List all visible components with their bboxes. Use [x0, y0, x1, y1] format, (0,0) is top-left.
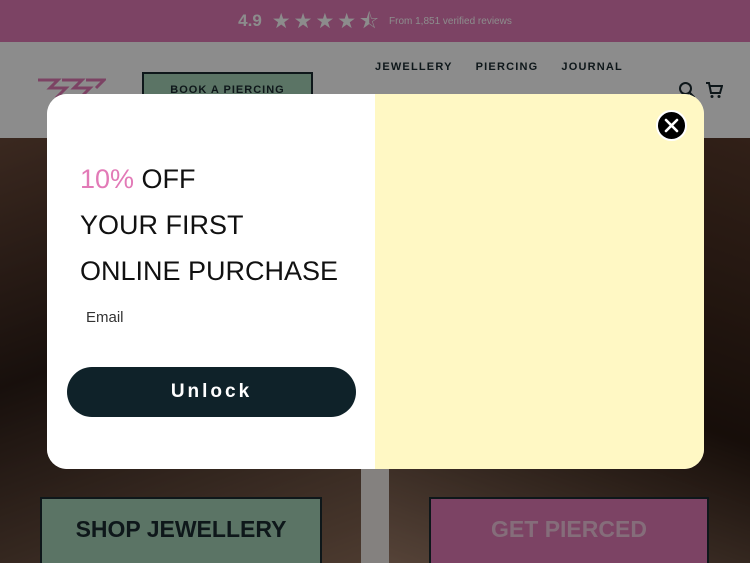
discount-percent: 10% — [80, 164, 135, 194]
headline-line-1: 10% OFF — [80, 156, 338, 202]
discount-modal: 10% OFF YOUR FIRST ONLINE PURCHASE Unloc… — [47, 94, 704, 469]
modal-image-panel — [375, 94, 704, 469]
headline-off: OFF — [134, 164, 196, 194]
headline-line-3: ONLINE PURCHASE — [80, 256, 339, 286]
close-button[interactable] — [656, 110, 687, 141]
close-icon — [664, 118, 679, 133]
headline-line-2: YOUR FIRST — [80, 210, 244, 240]
unlock-button[interactable]: Unlock — [67, 367, 356, 417]
modal-form-panel: 10% OFF YOUR FIRST ONLINE PURCHASE Unloc… — [47, 94, 375, 469]
email-field[interactable] — [80, 302, 350, 332]
discount-headline: 10% OFF YOUR FIRST ONLINE PURCHASE — [80, 156, 338, 294]
